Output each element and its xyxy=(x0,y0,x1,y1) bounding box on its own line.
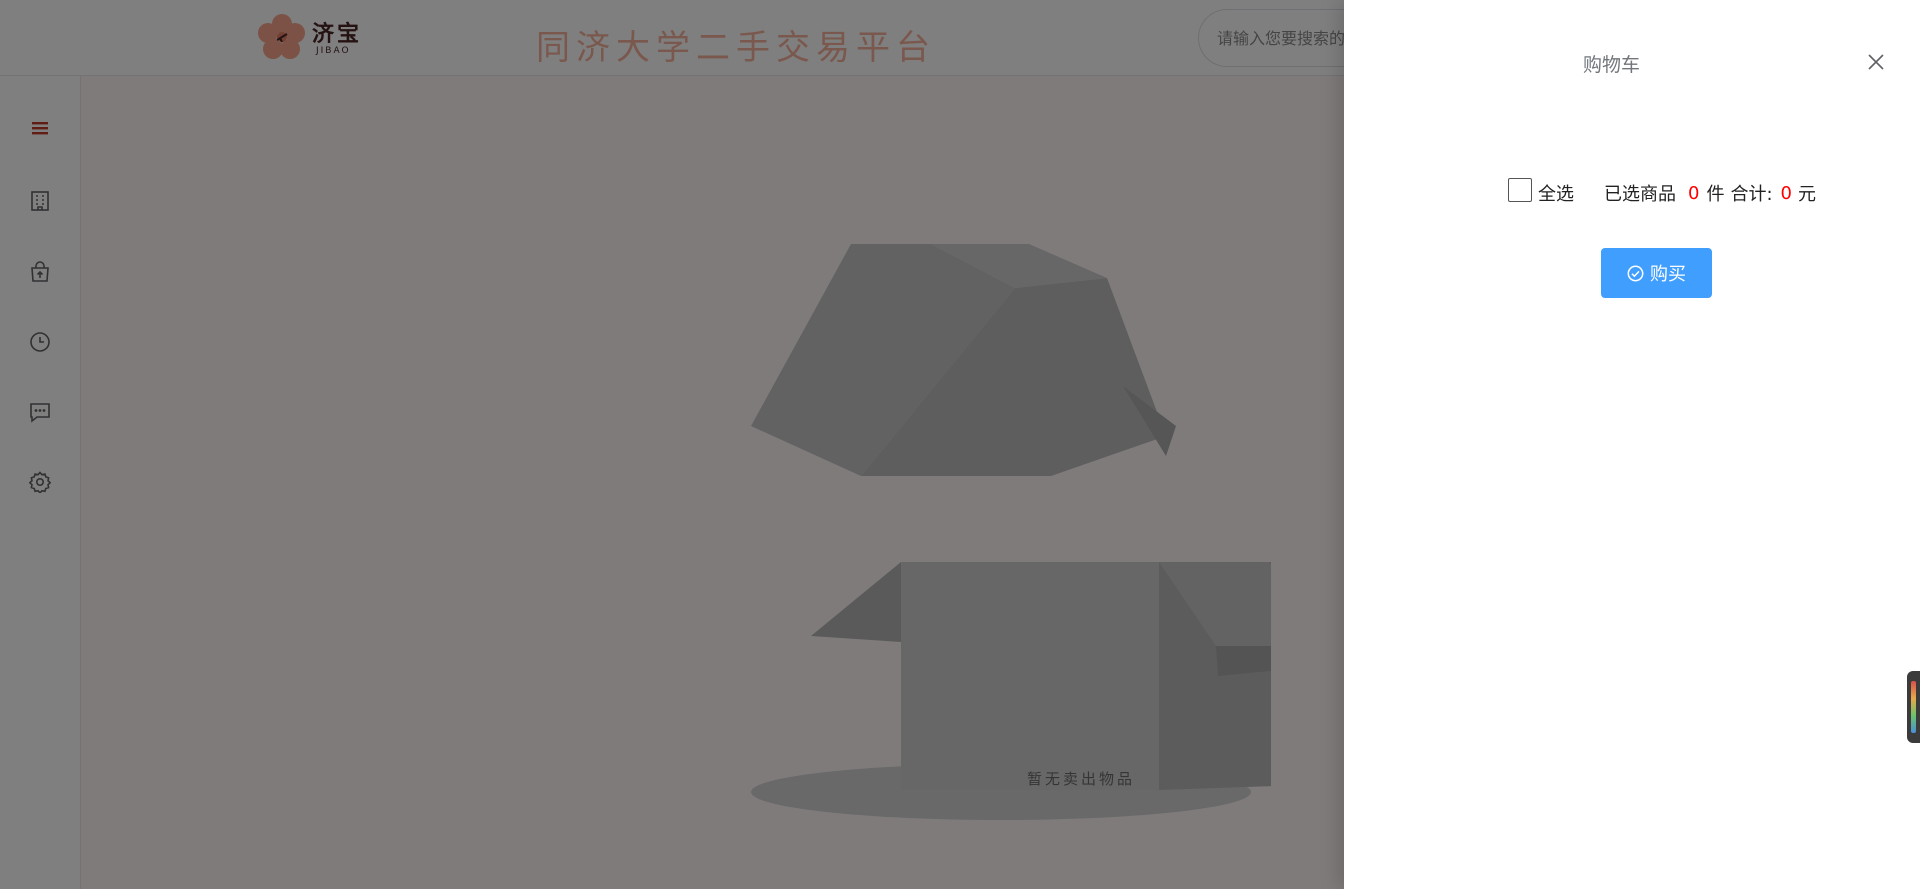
selected-unit: 件 xyxy=(1706,184,1725,205)
selected-count: 0 xyxy=(1688,182,1700,204)
buy-button[interactable]: 购买 xyxy=(1601,248,1712,298)
cart-summary-row: 全选 已选商品 0 件 合计: 0 元 xyxy=(1508,178,1868,208)
buy-button-label: 购买 xyxy=(1650,264,1686,285)
select-all-checkbox[interactable] xyxy=(1508,178,1532,202)
selected-label: 已选商品 xyxy=(1604,184,1676,205)
cart-drawer: 购物车 全选 已选商品 0 件 合计: 0 元 购买 xyxy=(1344,0,1920,889)
close-button[interactable] xyxy=(1862,48,1890,76)
level-meter-icon xyxy=(1911,681,1916,733)
check-circle-icon xyxy=(1627,265,1644,281)
floating-side-widget[interactable] xyxy=(1907,671,1920,743)
total-unit: 元 xyxy=(1797,184,1816,205)
total-value: 0 xyxy=(1780,182,1792,204)
close-icon xyxy=(1868,54,1884,70)
select-all-label[interactable]: 全选 xyxy=(1538,180,1574,206)
total-label: 合计: xyxy=(1730,184,1773,205)
drawer-title: 购物车 xyxy=(1582,54,1640,76)
